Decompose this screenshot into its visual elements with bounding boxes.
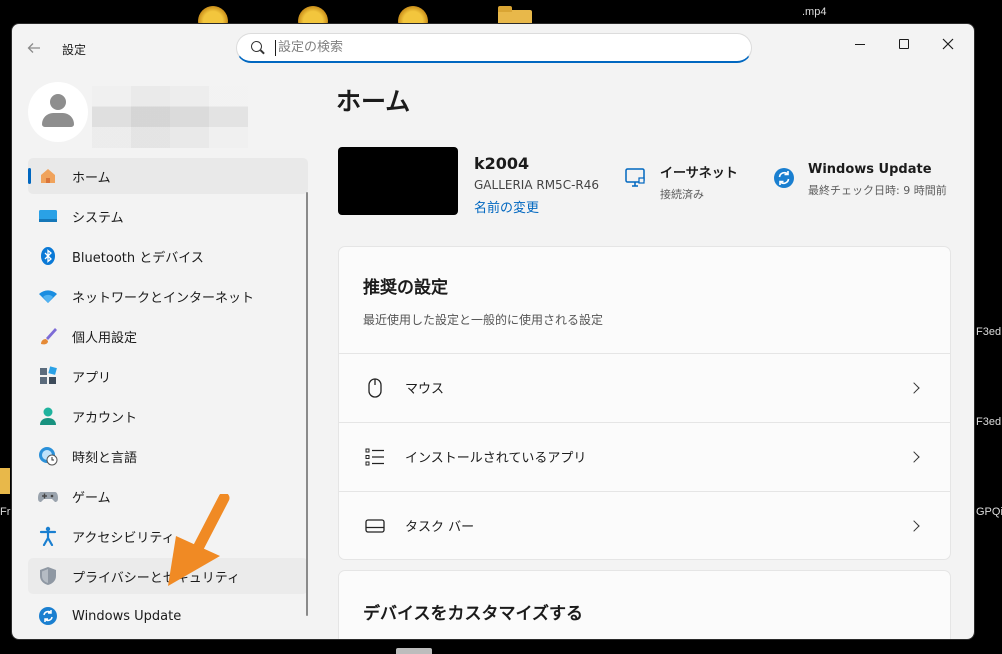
apps-icon — [38, 366, 58, 386]
blurred-profile-name — [92, 86, 248, 148]
device-wallpaper-thumbnail — [338, 147, 458, 215]
close-icon — [942, 38, 954, 50]
device-model: GALLERIA RM5C-R46 — [474, 178, 600, 192]
sidebar-item-apps[interactable]: アプリ — [28, 358, 308, 394]
settings-window: 設定 ホーム システム — [11, 23, 975, 640]
annotation-arrow-icon — [168, 494, 230, 586]
taskbar-fragment — [396, 648, 432, 654]
active-indicator — [28, 168, 31, 184]
avatar-head — [50, 94, 66, 110]
search-box[interactable] — [236, 33, 752, 63]
system-icon — [38, 206, 58, 226]
sidebar-scrollbar[interactable] — [306, 192, 308, 616]
sidebar-item-label: システム — [72, 210, 124, 226]
sidebar-item-label: アクセシビリティ — [72, 530, 175, 546]
network-title: イーサネット — [660, 166, 738, 181]
title-bar: 設定 — [12, 24, 974, 72]
maximize-button[interactable] — [882, 30, 926, 58]
gamepad-icon — [38, 486, 58, 506]
sidebar-item-label: ゲーム — [72, 490, 111, 506]
update-status-text: 最終チェック日時: 9 時間前 — [808, 184, 947, 197]
card-title: 推奨の設定 — [363, 278, 448, 298]
row-label: タスク バー — [405, 520, 475, 535]
windows-update-icon — [38, 606, 58, 626]
close-button[interactable] — [926, 30, 970, 58]
device-name: k2004 — [474, 154, 530, 173]
back-button[interactable] — [26, 40, 42, 56]
bluetooth-icon — [38, 246, 58, 266]
search-input[interactable] — [278, 40, 718, 55]
sidebar-item-label: ネットワークとインターネット — [72, 290, 255, 306]
list-icon — [365, 447, 385, 467]
card-subtitle: 最近使用した設定と一般的に使用される設定 — [363, 313, 604, 327]
maximize-icon — [899, 39, 909, 49]
sync-icon — [772, 166, 796, 190]
app-title: 設定 — [62, 43, 87, 57]
accessibility-icon — [38, 526, 58, 546]
sidebar-item-label: 時刻と言語 — [72, 450, 138, 466]
sidebar-item-label: アカウント — [72, 410, 138, 426]
desktop-file-label[interactable]: F3ed — [976, 416, 1001, 428]
sidebar-item-label: 個人用設定 — [72, 330, 138, 346]
settings-row-mouse[interactable]: マウス — [339, 353, 950, 421]
sidebar-item-network[interactable]: ネットワークとインターネット — [28, 278, 308, 314]
sidebar-item-time-language[interactable]: 時刻と言語 — [28, 438, 308, 474]
sidebar-item-home[interactable]: ホーム — [28, 158, 308, 194]
customize-device-card: デバイスをカスタマイズする — [338, 570, 951, 639]
desktop-file-label[interactable]: Fr — [0, 506, 10, 518]
wifi-icon — [38, 286, 58, 306]
desktop-file-label[interactable]: GPQi — [976, 506, 1002, 518]
sidebar-item-label: Bluetooth とデバイス — [72, 250, 204, 266]
arrow-left-icon — [27, 43, 40, 53]
chevron-right-icon — [908, 450, 920, 463]
chevron-right-icon — [908, 381, 920, 394]
desktop-folder-icon[interactable] — [0, 468, 10, 494]
update-status[interactable]: Windows Update 最終チェック日時: 9 時間前 — [772, 162, 947, 198]
network-status-text: 接続済み — [660, 188, 704, 201]
card-title: デバイスをカスタマイズする — [363, 604, 583, 624]
home-icon — [38, 166, 58, 186]
ethernet-icon — [624, 166, 648, 190]
settings-row-taskbar[interactable]: タスク バー — [339, 491, 950, 559]
settings-row-installed-apps[interactable]: インストールされているアプリ — [339, 422, 950, 490]
avatar-body — [42, 113, 74, 127]
sidebar-item-label: Windows Update — [72, 608, 182, 624]
sidebar-item-personalization[interactable]: 個人用設定 — [28, 318, 308, 354]
sidebar-item-bluetooth[interactable]: Bluetooth とデバイス — [28, 238, 308, 274]
taskbar-icon — [365, 516, 385, 536]
sidebar-item-accounts[interactable]: アカウント — [28, 398, 308, 434]
brush-icon — [38, 326, 58, 346]
page-title: ホーム — [336, 87, 411, 116]
network-status[interactable]: イーサネット 接続済み — [624, 162, 738, 202]
mouse-icon — [365, 377, 385, 398]
time-language-icon — [38, 446, 58, 466]
sidebar-item-label: ホーム — [72, 170, 111, 186]
recommended-settings-card: 推奨の設定 最近使用した設定と一般的に使用される設定 マウス インストールされて… — [338, 246, 951, 560]
minimize-icon — [855, 43, 865, 45]
update-title: Windows Update — [808, 162, 932, 177]
shield-icon — [38, 566, 58, 586]
account-icon — [38, 406, 58, 426]
search-icon — [251, 40, 265, 55]
desktop-file-label[interactable]: F3ed — [976, 326, 1001, 338]
sidebar-item-windows-update[interactable]: Windows Update — [28, 598, 308, 634]
text-caret — [275, 39, 276, 56]
rename-device-link[interactable]: 名前の変更 — [474, 197, 539, 216]
chevron-right-icon — [908, 519, 920, 532]
sidebar-item-system[interactable]: システム — [28, 198, 308, 234]
sidebar-item-label: アプリ — [72, 370, 112, 386]
row-label: マウス — [405, 382, 445, 397]
minimize-button[interactable] — [838, 30, 882, 58]
avatar[interactable] — [28, 82, 88, 142]
desktop-file-label[interactable]: .mp4 — [802, 6, 826, 18]
row-label: インストールされているアプリ — [405, 451, 587, 466]
